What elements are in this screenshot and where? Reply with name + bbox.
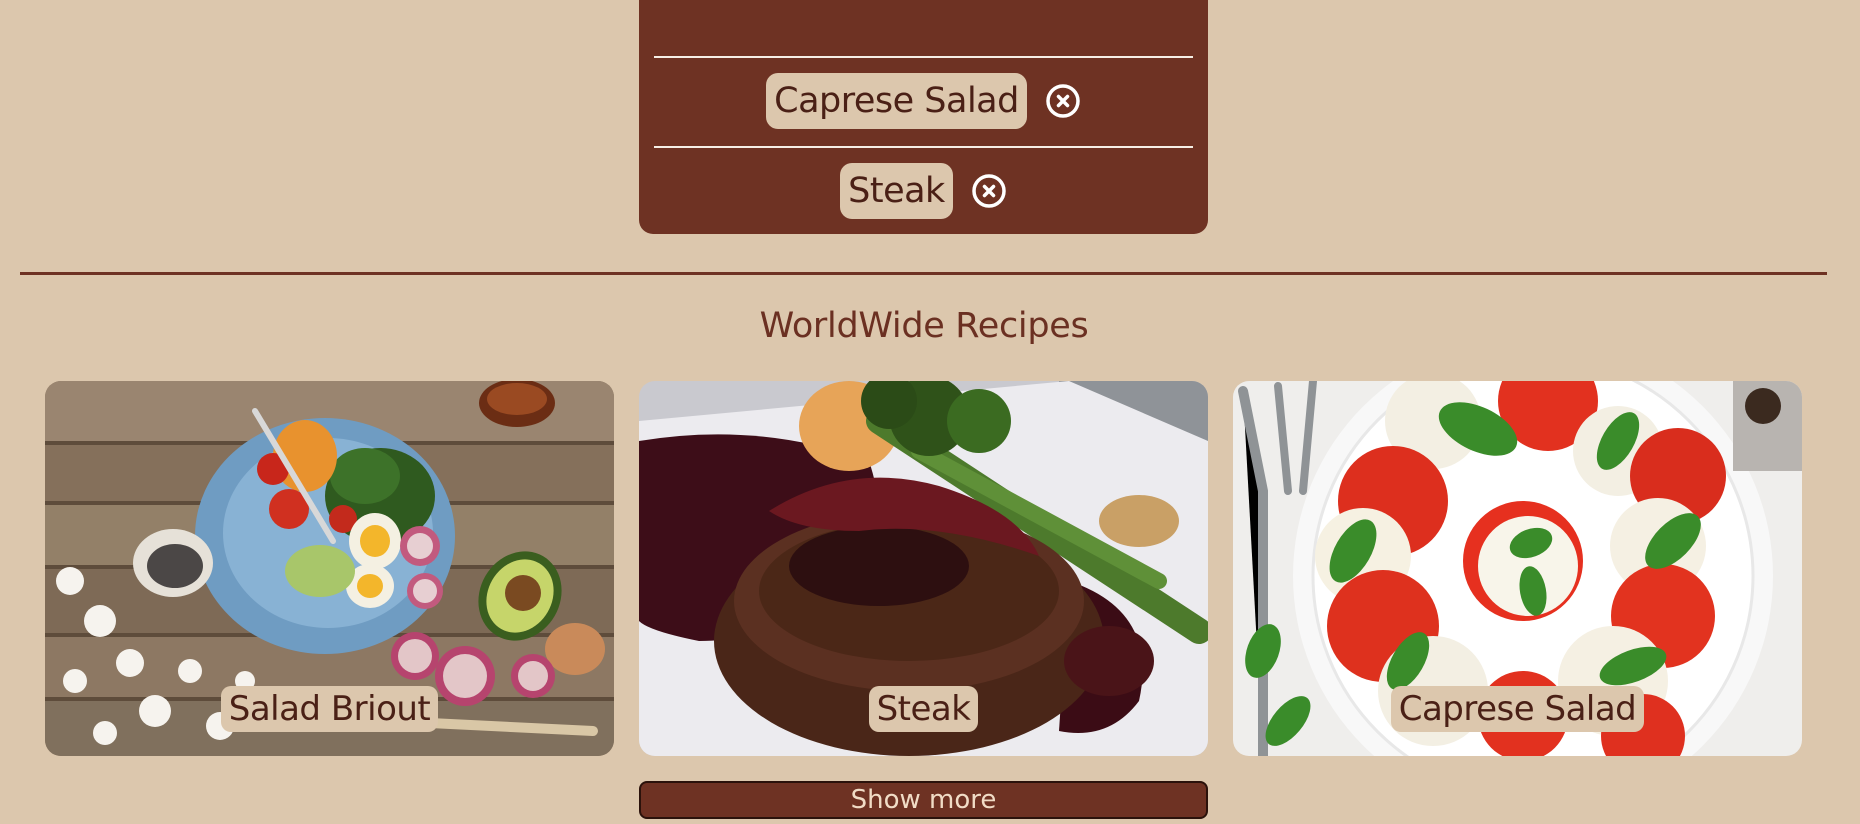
- show-more-button[interactable]: Show more: [639, 781, 1208, 819]
- recipe-name: Caprese Salad: [1390, 686, 1645, 732]
- favorite-chip[interactable]: Caprese Salad: [766, 73, 1027, 129]
- recipe-card-label: Steak: [639, 686, 1208, 732]
- recipe-card-caprese-salad[interactable]: Caprese Salad: [1233, 381, 1802, 756]
- recipe-card-label: Salad Briout: [45, 686, 614, 732]
- favorites-panel: Caprese Salad Steak: [639, 0, 1208, 234]
- recipe-card-salad-briout[interactable]: Salad Briout: [45, 381, 614, 756]
- recipe-name: Steak: [868, 686, 979, 732]
- favorite-item-steak: Steak: [639, 161, 1208, 221]
- close-circle-icon[interactable]: [1045, 83, 1081, 119]
- favorite-chip[interactable]: Steak: [840, 163, 953, 219]
- recipe-card-label: Caprese Salad: [1233, 686, 1802, 732]
- section-title: WorldWide Recipes: [759, 306, 1089, 346]
- favorites-divider: [654, 146, 1193, 148]
- favorite-item-caprese-salad: Caprese Salad: [639, 71, 1208, 131]
- close-circle-icon[interactable]: [971, 173, 1007, 209]
- section-divider: [20, 272, 1827, 275]
- recipe-card-steak[interactable]: Steak: [639, 381, 1208, 756]
- recipe-name: Salad Briout: [220, 686, 439, 732]
- favorites-divider: [654, 56, 1193, 58]
